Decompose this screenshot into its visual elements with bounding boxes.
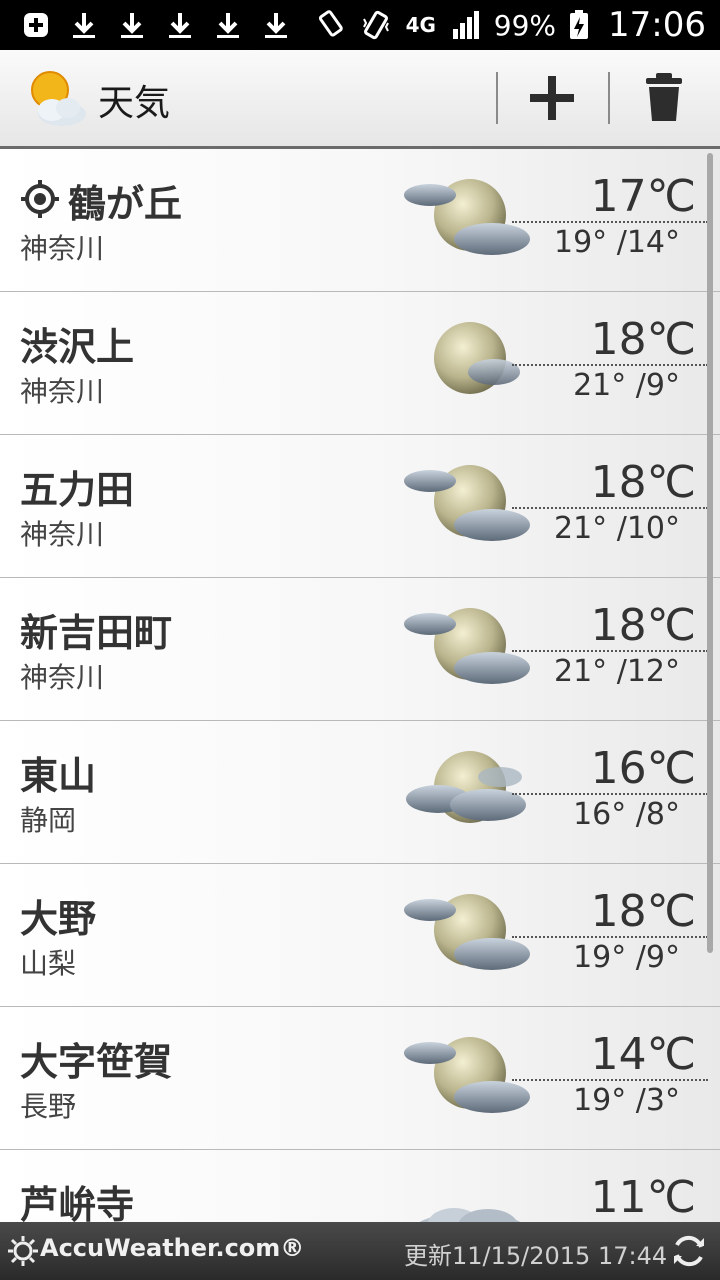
prefecture-name: 神奈川 <box>20 518 105 551</box>
download-icon <box>169 13 191 38</box>
weather-app-icon <box>31 71 86 126</box>
partly-cloudy-night-icon <box>404 461 534 551</box>
add-location-button[interactable] <box>522 68 582 128</box>
location-list[interactable]: 鶴が丘 神奈川 17℃ 19° /14° 渋沢上 神奈川 18℃ 21° /9° 五力田 神奈川 1… <box>0 149 720 1222</box>
partly-cloudy-night-icon <box>404 604 534 694</box>
high-low-temperature: 21° /12° <box>554 654 680 689</box>
high-low-temperature: 21° /9° <box>573 368 680 403</box>
download-icon <box>265 13 287 38</box>
high-low-temperature: 21° /10° <box>554 511 680 546</box>
download-icon <box>73 13 95 38</box>
refresh-icon[interactable] <box>670 1232 708 1270</box>
delete-button[interactable] <box>634 68 694 128</box>
prefecture-name: 神奈川 <box>20 661 105 694</box>
city-name: 五力田 <box>20 468 135 512</box>
high-low-temperature: 16° /8° <box>573 797 680 832</box>
high-low-temperature: 19° /9° <box>573 940 680 975</box>
clock: 17:06 <box>608 5 706 45</box>
app-notification-icon <box>24 13 48 37</box>
city-name: 東山 <box>20 754 97 798</box>
action-bar: 天気 <box>0 50 720 149</box>
current-temperature: 11℃ <box>590 1172 696 1222</box>
battery-charging-icon <box>570 10 589 39</box>
location-row[interactable]: 新吉田町神奈川 18℃ 21° /12° <box>0 578 720 721</box>
location-row[interactable]: 東山静岡 16℃ 16° /8° <box>0 721 720 864</box>
city-name: 鶴が丘 <box>68 182 183 226</box>
location-row[interactable]: 渋沢上神奈川 18℃ 21° /9° <box>0 292 720 435</box>
prefecture-name: 静岡 <box>20 804 77 837</box>
prefecture-name: 神奈川 <box>20 232 105 265</box>
city-name: 芦峅寺 <box>20 1183 135 1222</box>
partly-cloudy-night-icon <box>404 890 534 980</box>
mostly-cloudy-night-icon <box>404 747 534 837</box>
current-temperature: 18℃ <box>590 886 696 937</box>
prefecture-name: 山梨 <box>20 947 77 980</box>
battery-percent: 99% <box>493 8 557 42</box>
notification-icons <box>20 0 292 50</box>
prefecture-name: 長野 <box>20 1090 77 1123</box>
current-temperature: 18℃ <box>590 600 696 651</box>
city-name: 大野 <box>20 897 97 941</box>
city-name: 大字笹賀 <box>20 1040 173 1084</box>
action-divider <box>608 72 610 124</box>
current-temperature: 17℃ <box>590 171 696 222</box>
mostly-clear-night-icon <box>404 318 534 408</box>
current-temperature: 18℃ <box>590 314 696 365</box>
scrollbar[interactable] <box>707 153 713 953</box>
cloudy-icon <box>404 1176 534 1222</box>
rotate-icon <box>318 10 343 37</box>
footer-bar: AccuWeather.com® 更新11/15/2015 17:44 <box>0 1222 720 1280</box>
last-updated: 更新11/15/2015 17:44 <box>404 1242 668 1270</box>
prefecture-name: 神奈川 <box>20 375 105 408</box>
partly-cloudy-night-icon <box>404 1033 534 1123</box>
current-location-icon <box>21 180 59 218</box>
accuweather-sun-icon <box>8 1236 38 1266</box>
network-type: 4G <box>405 13 436 37</box>
app-title: 天気 <box>98 83 171 124</box>
location-row[interactable]: 大字笹賀長野 14℃ 19° /3° <box>0 1007 720 1150</box>
signal-icon <box>452 11 479 39</box>
location-row[interactable]: 大野山梨 18℃ 19° /9° <box>0 864 720 1007</box>
city-name: 新吉田町 <box>20 611 173 655</box>
status-bar: 4G 99% 17:06 <box>0 0 720 50</box>
location-row[interactable]: 鶴が丘神奈川 17℃ 19° /14° <box>0 149 720 292</box>
accuweather-brand[interactable]: AccuWeather.com® <box>40 1234 304 1262</box>
location-row[interactable]: 五力田神奈川 18℃ 21° /10° <box>0 435 720 578</box>
high-low-temperature: 19° /3° <box>573 1083 680 1118</box>
current-temperature: 14℃ <box>590 1029 696 1080</box>
city-name: 渋沢上 <box>20 325 135 369</box>
current-temperature: 18℃ <box>590 457 696 508</box>
location-row[interactable]: 芦峅寺 11℃ <box>0 1150 720 1222</box>
download-icon <box>121 13 143 38</box>
partly-cloudy-night-icon <box>404 175 534 265</box>
download-icon <box>217 13 239 38</box>
high-low-temperature: 19° /14° <box>554 225 680 260</box>
system-icons: 4G 99% 17:06 <box>316 0 706 50</box>
action-divider <box>496 72 498 124</box>
current-temperature: 16℃ <box>590 743 696 794</box>
vibrate-icon <box>362 10 389 40</box>
